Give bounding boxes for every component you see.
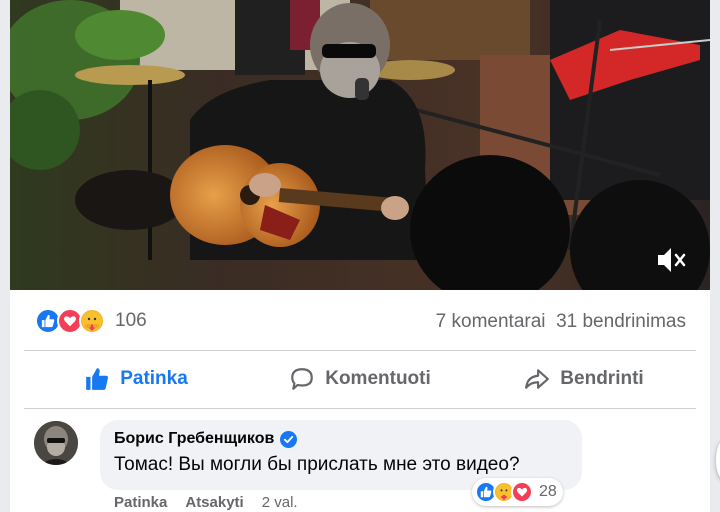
mute-button[interactable] xyxy=(650,242,690,278)
comment-button-label: Komentuoti xyxy=(325,368,431,389)
avatar[interactable] xyxy=(34,421,78,465)
speaker-muted-icon xyxy=(658,248,686,272)
avatar-image xyxy=(34,421,78,465)
engagement-counts: 7 komentarai 31 bendrinimas xyxy=(436,311,686,333)
comment-reaction-count: 28 xyxy=(539,483,557,500)
comment-timestamp[interactable]: 2 val. xyxy=(262,494,298,511)
comment-button[interactable]: Komentuoti xyxy=(248,351,472,407)
comment-author-row: Борис Гребенщиков xyxy=(114,430,568,448)
share-arrow-icon xyxy=(525,369,550,389)
comments-count-link[interactable]: 7 komentarai xyxy=(436,311,546,332)
comment-author[interactable]: Борис Гребенщиков xyxy=(114,430,274,448)
post-card: 106 7 komentarai 31 bendrinimas Patinka … xyxy=(10,0,710,512)
share-button[interactable]: Bendrinti xyxy=(472,351,696,407)
post-stats: 106 7 komentarai 31 bendrinimas xyxy=(10,298,710,344)
reaction-count: 106 xyxy=(115,310,147,331)
reactions-summary[interactable]: 106 xyxy=(35,308,147,334)
speech-bubble-icon xyxy=(291,368,314,390)
verified-badge-icon xyxy=(280,430,298,448)
like-button[interactable]: Patinka xyxy=(24,351,248,407)
comment-text: Томас! Вы могли бы прислать мне это виде… xyxy=(114,454,520,475)
video-frame xyxy=(10,0,710,290)
divider xyxy=(24,408,696,409)
shares-count-link[interactable]: 31 bendrinimas xyxy=(556,311,686,332)
comment-reply-link[interactable]: Atsakyti xyxy=(185,494,243,511)
share-button-label: Bendrinti xyxy=(560,368,644,389)
care-icon xyxy=(79,308,105,334)
scroll-handle[interactable] xyxy=(716,440,720,480)
comment-like-link[interactable]: Patinka xyxy=(114,494,167,511)
thumbs-up-icon xyxy=(86,368,109,390)
video-player[interactable] xyxy=(10,0,710,290)
love-icon xyxy=(511,481,533,503)
post-actions: Patinka Komentuoti Bendrinti xyxy=(24,351,696,407)
comment-reactions[interactable]: 28 xyxy=(472,478,563,506)
like-button-label: Patinka xyxy=(120,368,188,389)
comment-actions: Patinka Atsakyti 2 val. xyxy=(114,494,298,511)
